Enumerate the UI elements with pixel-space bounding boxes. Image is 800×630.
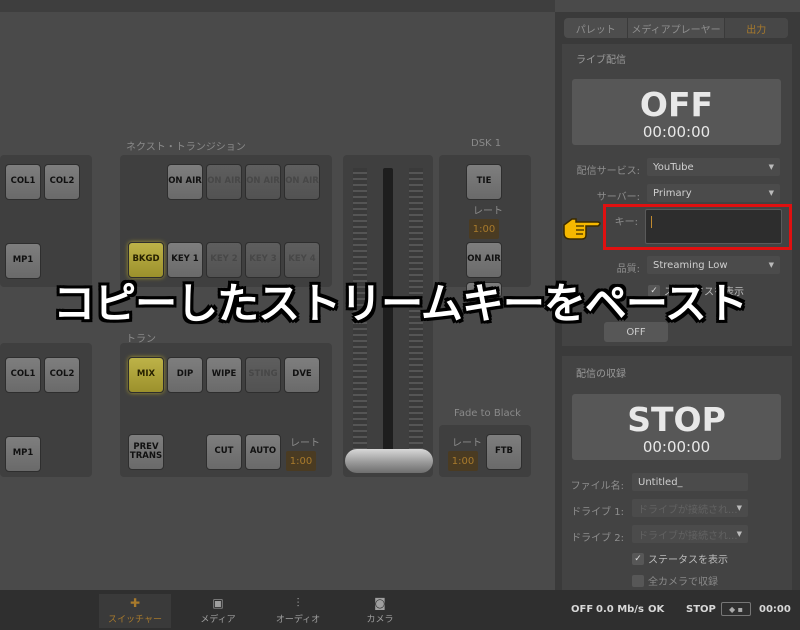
live-status: OFF <box>639 85 714 124</box>
record-status: STOP <box>627 400 726 439</box>
record-status-box: STOP 00:00:00 <box>572 394 781 460</box>
chevron-down-icon: ▼ <box>768 163 774 171</box>
drive1-label: ドライブ 1: <box>571 507 624 518</box>
stream-ok: OK <box>648 604 665 615</box>
quality-value: Streaming Low <box>653 259 728 271</box>
drive2-label: ドライブ 2: <box>571 533 624 544</box>
col1-button-program[interactable]: COL1 <box>5 357 41 393</box>
chevron-down-icon: ▼ <box>736 504 742 512</box>
auto-rate-label: レート <box>290 438 320 449</box>
overlay-caption: コピーしたストリームキーをペースト <box>53 279 748 328</box>
col2-button[interactable]: COL2 <box>44 164 80 200</box>
chevron-down-icon: ▼ <box>768 189 774 197</box>
ftb-rate-label: レート <box>452 438 482 449</box>
filename-value: Untitled_ <box>638 476 683 488</box>
panel-tabs: パレット メディアプレーヤー 出力 <box>564 18 788 38</box>
service-select[interactable]: YouTube ▼ <box>647 158 780 176</box>
bottom-tab-switcher-label: スイッチャー <box>108 615 162 625</box>
on-air-button-3[interactable]: ON AIR <box>245 164 281 200</box>
ftb-rate-value[interactable]: 1:00 <box>448 451 478 471</box>
dve-button[interactable]: DVE <box>284 357 320 393</box>
next-transition-label: ネクスト・トランジション <box>126 142 246 153</box>
checkbox-empty-icon <box>632 574 644 587</box>
bottom-tab-audio[interactable]: ⫶ オーディオ <box>262 594 334 628</box>
filename-label: ファイル名: <box>570 481 624 492</box>
wipe-button[interactable]: WIPE <box>206 357 242 393</box>
stream-state: OFF <box>571 604 594 615</box>
check-icon: ✓ <box>632 552 644 565</box>
drive1-value: ドライブが接続され... <box>638 504 738 516</box>
record-timer: 00:00:00 <box>642 438 711 456</box>
record-indicator: ◆ ▪ <box>721 602 751 616</box>
tab-palette[interactable]: パレット <box>564 18 629 38</box>
sting-button[interactable]: STING <box>245 357 281 393</box>
image-icon: ▣ <box>212 596 224 610</box>
drive2-select[interactable]: ドライブが接続され... ▼ <box>632 525 748 543</box>
tbar-handle[interactable] <box>345 449 433 473</box>
server-value: Primary <box>653 187 692 199</box>
chevron-down-icon: ▼ <box>768 261 774 269</box>
dsk-rate-value[interactable]: 1:00 <box>469 219 499 239</box>
auto-button[interactable]: AUTO <box>245 434 281 470</box>
bottom-tab-media[interactable]: ▣ メディア <box>182 594 254 628</box>
bottom-tab-media-label: メディア <box>200 615 236 625</box>
col2-button-program[interactable]: COL2 <box>44 357 80 393</box>
auto-rate-value[interactable]: 1:00 <box>286 451 316 471</box>
top-strip <box>0 0 555 12</box>
dip-button[interactable]: DIP <box>167 357 203 393</box>
on-air-button-2[interactable]: ON AIR <box>206 164 242 200</box>
tab-output[interactable]: 出力 <box>724 18 788 38</box>
chevron-down-icon: ▼ <box>736 530 742 538</box>
mixer-faders-icon: ⫶ <box>296 596 300 610</box>
drive2-value: ドライブが接続され... <box>638 530 738 542</box>
server-label: サーバー: <box>596 192 640 203</box>
on-air-button-1[interactable]: ON AIR <box>167 164 203 200</box>
fade-to-black-label: Fade to Black <box>454 408 521 419</box>
dsk-tie-button[interactable]: TIE <box>466 164 502 200</box>
mix-button[interactable]: MIX <box>128 357 164 393</box>
record-time: 00:00 <box>759 604 791 615</box>
dsk-label: DSK 1 <box>471 138 502 149</box>
pointing-hand-icon <box>563 218 601 240</box>
on-air-button-4[interactable]: ON AIR <box>284 164 320 200</box>
bottom-tab-audio-label: オーディオ <box>275 615 321 625</box>
col1-button[interactable]: COL1 <box>5 164 41 200</box>
live-timer: 00:00:00 <box>642 123 711 141</box>
record-state: STOP <box>686 604 716 615</box>
all-cameras-checkbox[interactable]: 全カメラで収録 <box>632 573 718 588</box>
transition-label: トラン <box>126 334 156 345</box>
record-show-status-checkbox[interactable]: ✓ ステータスを表示 <box>632 551 728 566</box>
record-show-status-label: ステータスを表示 <box>648 555 728 566</box>
tab-media-player[interactable]: メディアプレーヤー <box>628 18 725 38</box>
text-cursor <box>651 216 652 228</box>
all-cameras-label: 全カメラで収録 <box>648 577 718 588</box>
cut-button[interactable]: CUT <box>206 434 242 470</box>
service-value: YouTube <box>653 161 694 173</box>
prev-trans-button[interactable]: PREV TRANS <box>128 434 164 470</box>
bottom-tab-camera-label: カメラ <box>366 615 394 625</box>
server-select[interactable]: Primary ▼ <box>647 184 780 202</box>
ftb-button[interactable]: FTB <box>486 434 522 470</box>
service-label: 配信サービス: <box>576 166 640 177</box>
dsk-rate-label: レート <box>473 206 503 217</box>
stream-bitrate: 0.0 Mb/s <box>596 604 644 615</box>
live-stream-title: ライブ配信 <box>576 55 626 66</box>
bottom-tab-camera[interactable]: ◙ カメラ <box>344 594 416 628</box>
stream-key-input[interactable] <box>645 209 782 244</box>
filename-input[interactable]: Untitled_ <box>632 473 748 491</box>
record-title: 配信の収録 <box>576 369 626 380</box>
mp1-button-program[interactable]: MP1 <box>5 436 41 472</box>
drive1-select[interactable]: ドライブが接続され... ▼ <box>632 499 748 517</box>
camera-icon: ◙ <box>374 596 386 610</box>
live-status-box: OFF 00:00:00 <box>572 79 781 145</box>
switcher-icon: ✚ <box>129 596 141 610</box>
bottom-tab-switcher[interactable]: ✚ スイッチャー <box>99 594 171 628</box>
